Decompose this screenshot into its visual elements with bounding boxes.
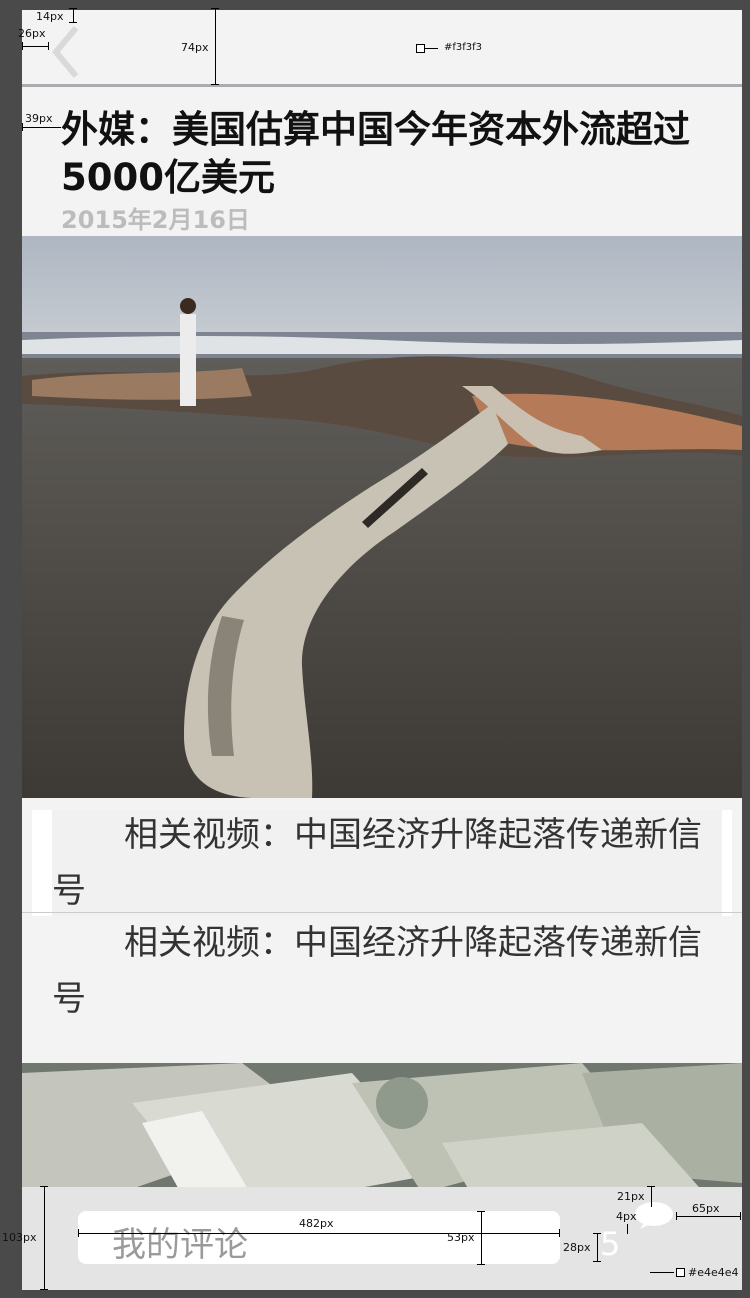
annotation-tick — [69, 22, 77, 23]
annotation-tick — [22, 42, 23, 50]
annotation-label: 26px — [18, 27, 46, 40]
color-swatch — [676, 1268, 685, 1277]
annotation-line — [215, 8, 216, 85]
annotation-tick — [740, 1212, 741, 1220]
annotation-label: 103px — [2, 1231, 37, 1244]
article-date: 2015年2月16日 — [61, 206, 250, 234]
annotation-tick — [211, 8, 219, 9]
article-photo — [22, 236, 742, 798]
annotation-label: #e4e4e4 — [688, 1266, 739, 1279]
annotation-label: 4px — [616, 1210, 637, 1223]
annotation-line — [22, 46, 48, 47]
comment-count[interactable]: 5 — [600, 1225, 620, 1263]
annotation-label: 21px — [617, 1190, 645, 1203]
comment-bubble-icon[interactable] — [634, 1201, 674, 1229]
annotation-label: 74px — [181, 41, 209, 54]
annotation-tick — [69, 8, 77, 9]
annotation-tick — [477, 1264, 485, 1265]
annotation-tick — [40, 1289, 48, 1290]
annotation-line — [44, 1186, 45, 1289]
annotation-line — [78, 1233, 560, 1234]
annotation-line — [597, 1233, 598, 1261]
annotation-label: 53px — [447, 1231, 475, 1244]
annotation-tick — [477, 1211, 485, 1212]
annotation-line — [650, 1272, 674, 1273]
annotation-label: 14px — [36, 10, 64, 23]
annotation-label: 65px — [692, 1202, 720, 1215]
annotation-tick — [647, 1186, 655, 1187]
annotation-label: 482px — [299, 1217, 334, 1230]
annotation-line — [627, 1224, 628, 1234]
annotation-line — [424, 48, 438, 49]
divider — [22, 912, 742, 913]
comment-placeholder: 我的评论 — [112, 1225, 248, 1265]
annotation-tick — [40, 1186, 48, 1187]
annotation-tick — [22, 123, 23, 131]
annotation-tick — [78, 1229, 79, 1237]
annotation-tick — [211, 84, 219, 85]
annotation-line — [481, 1211, 482, 1264]
annotation-label: #f3f3f3 — [444, 42, 483, 53]
article-title: 外媒：美国估算中国今年资本外流超过5000亿美元 — [61, 108, 690, 199]
annotation-tick — [559, 1229, 560, 1237]
annotation-line — [22, 127, 61, 128]
phone-screen: 外媒：美国估算中国今年资本外流超过5000亿美元 2015年2月16日 相关视频… — [22, 10, 742, 1290]
annotation-tick — [593, 1233, 601, 1234]
annotation-line — [73, 8, 74, 22]
annotation-line — [651, 1186, 652, 1207]
annotation-tick — [676, 1212, 677, 1220]
annotation-tick — [48, 42, 49, 50]
related-video-link-2[interactable]: 相关视频：中国经济升降起落传递新信号 — [52, 915, 712, 1027]
annotation-line — [676, 1216, 741, 1217]
annotation-label: 39px — [25, 112, 53, 125]
related-video-link[interactable]: 相关视频：中国经济升降起落传递新信号 — [52, 807, 712, 919]
annotation-tick — [593, 1261, 601, 1262]
annotation-label: 28px — [563, 1241, 591, 1254]
chevron-left-icon[interactable] — [48, 24, 88, 80]
header-bar — [22, 10, 742, 87]
